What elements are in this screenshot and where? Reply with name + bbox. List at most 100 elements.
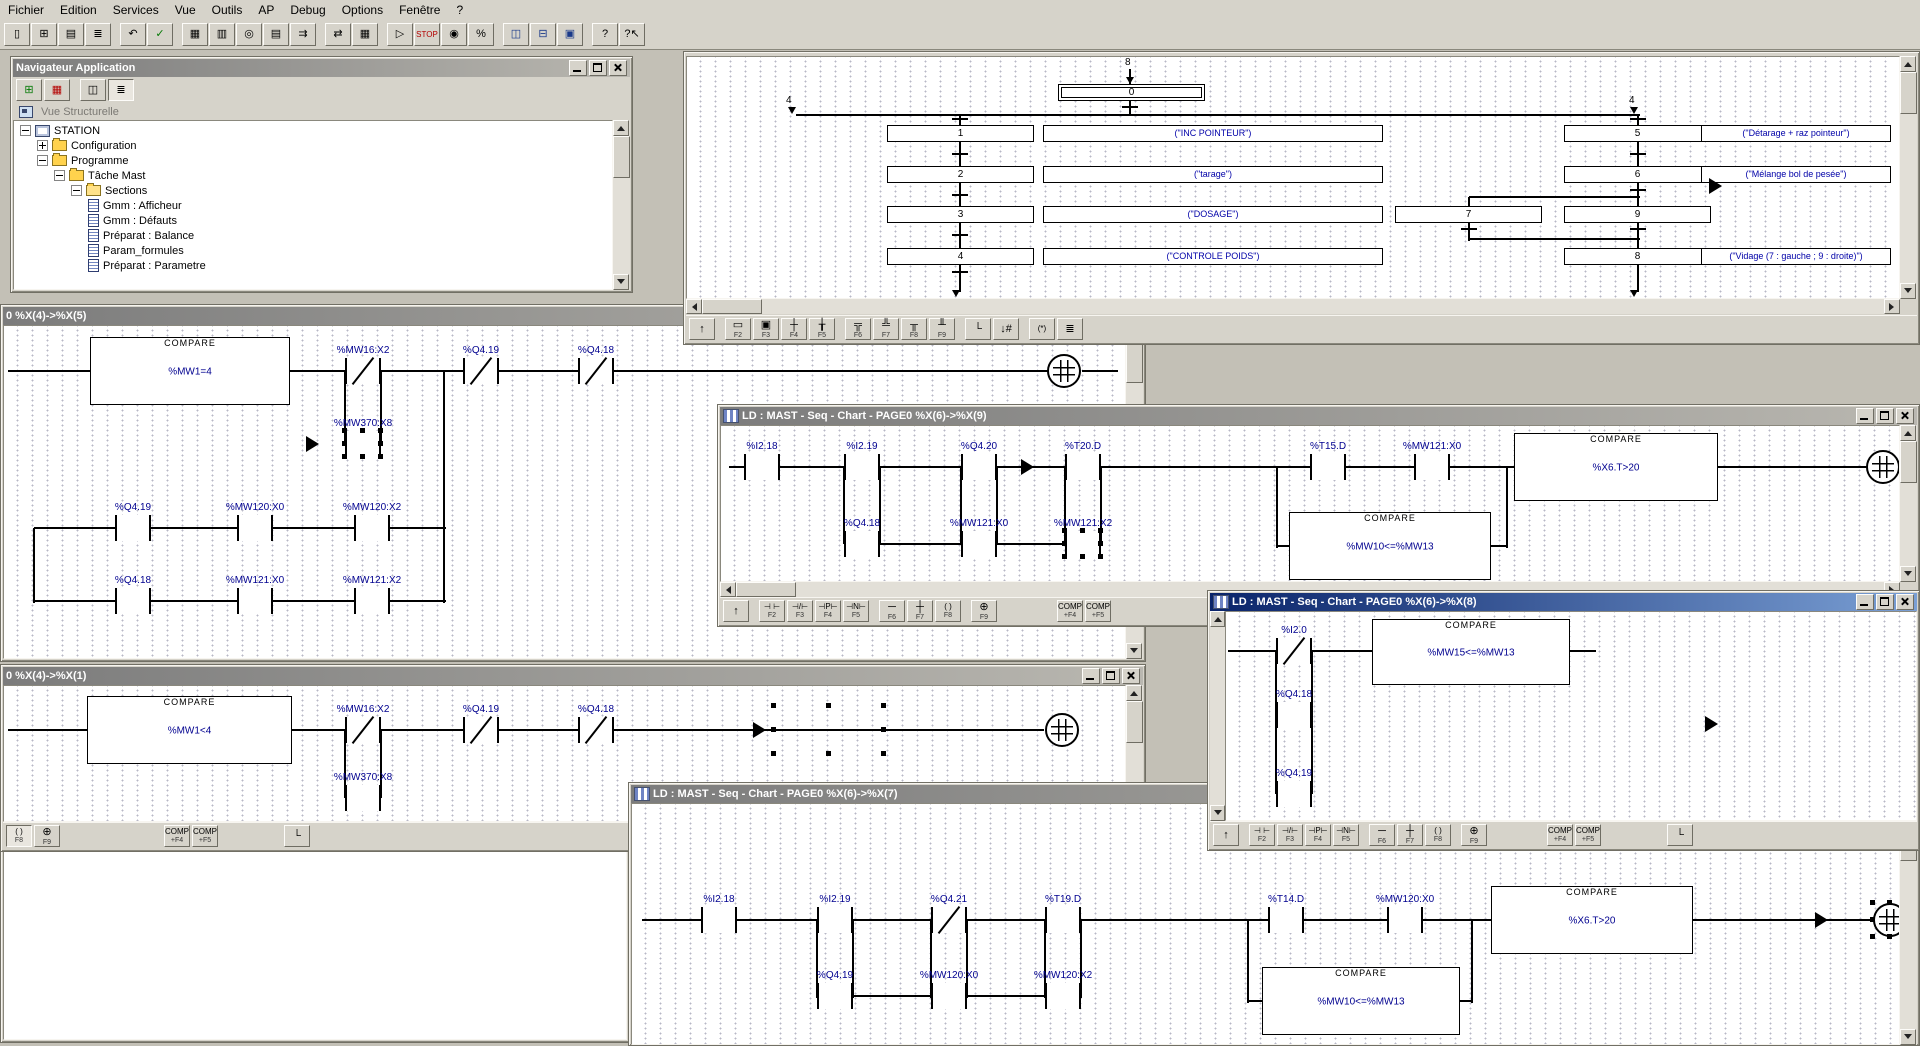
menu-item-vue[interactable]: Vue (167, 1, 204, 19)
selection-handle[interactable] (881, 703, 886, 708)
sfc-step-1[interactable]: 1 (887, 125, 1034, 142)
or-convergence-button[interactable]: ╩F7 (873, 318, 899, 340)
contact-open[interactable]: %Q4.19 (1276, 781, 1312, 807)
application-browser-window[interactable]: Navigateur Application ⊞▦◫≣ Vue Structur… (10, 56, 633, 293)
help-button[interactable]: ? (592, 23, 618, 46)
minimize-button[interactable] (1856, 408, 1874, 424)
or-divergence-button[interactable]: ╦F6 (845, 318, 871, 340)
contact-open[interactable]: %Q4.19 (817, 983, 853, 1009)
breakpoint-button[interactable]: ◉ (441, 23, 467, 46)
horizontal-split-button[interactable]: ◫ (80, 79, 106, 101)
operate-block-button[interactable]: ⊕F9 (34, 825, 60, 847)
contact-open[interactable]: %T19.D (1045, 907, 1081, 933)
contact-open[interactable]: %Q4.18 (844, 531, 880, 557)
rising-edge-contact-button[interactable]: ⊣P⊢F4 (815, 600, 841, 622)
empty-ladder-window[interactable] (0, 845, 630, 1043)
open-contact-button[interactable]: ⊣ ⊢F2 (1249, 824, 1275, 846)
contact-open[interactable]: %I2.19 (817, 907, 853, 933)
step-comment[interactable]: ("Mélange bol de pesée") (1701, 166, 1891, 183)
coil[interactable] (1047, 354, 1081, 388)
step-comment[interactable]: ("Détarage + raz pointeur") (1701, 125, 1891, 142)
menu-item-options[interactable]: Options (334, 1, 391, 19)
step-comment[interactable]: ("DOSAGE") (1043, 206, 1383, 223)
and-divergence-button[interactable]: ╥F8 (901, 318, 927, 340)
window-titlebar[interactable]: 0 %X(4)->%X(1) (3, 667, 1143, 685)
compare-block[interactable]: COMPARE%X6.T>20 (1514, 433, 1718, 501)
contact-open[interactable]: %I2.18 (701, 907, 737, 933)
compare-block[interactable]: COMPARE%MW15<=%MW13 (1372, 619, 1570, 685)
compare-vertical-button[interactable]: COMP+F5 (1085, 600, 1111, 622)
compare-horizontal-button[interactable]: COMP+F4 (1547, 824, 1573, 846)
contact-open[interactable]: %T15.D (1310, 454, 1346, 480)
selection-handle[interactable] (881, 727, 886, 732)
scrollbar-thumb[interactable] (1900, 441, 1917, 483)
minimize-button[interactable] (1856, 594, 1874, 610)
contact-closed[interactable]: %Q4.18 (578, 358, 614, 384)
sfc-step-5[interactable]: 5 (1564, 125, 1711, 142)
contact-open[interactable]: %T20.D (1065, 454, 1101, 480)
tree-expander-icon[interactable] (71, 185, 82, 196)
menu-item-services[interactable]: Services (105, 1, 167, 19)
minimize-button[interactable] (569, 60, 587, 76)
contact-closed[interactable]: %Q4.21 (931, 907, 967, 933)
selection-handle[interactable] (1870, 934, 1875, 939)
compare-block[interactable]: COMPARE%MW1=4 (90, 337, 290, 405)
closed-contact-button[interactable]: ⊣/⊢F3 (787, 600, 813, 622)
vertical-scrollbar[interactable] (613, 120, 630, 290)
selection-handle[interactable] (1887, 934, 1892, 939)
horizontal-link-button[interactable]: ─F6 (879, 600, 905, 622)
comment-button[interactable]: (*) (1029, 318, 1055, 340)
selection-handle[interactable] (360, 428, 365, 433)
tree-expander-icon[interactable] (37, 155, 48, 166)
contact-open[interactable]: %MW120:X2 (354, 515, 390, 541)
open-application-button[interactable]: ⊞ (31, 23, 57, 46)
contact-open[interactable]: %Q4.18 (1276, 702, 1312, 728)
tree-item[interactable]: Tâche Mast (14, 168, 612, 183)
grafcet-window[interactable]: 0123456798("INC POINTEUR")("tarage")("DO… (683, 51, 1920, 345)
contact-open[interactable]: %Q4.19 (115, 515, 151, 541)
menu-item-outils[interactable]: Outils (204, 1, 251, 19)
scrollbar-thumb[interactable] (1900, 72, 1917, 114)
scroll-down-icon[interactable] (613, 274, 629, 290)
cross-references-button[interactable]: ⇉ (290, 23, 316, 46)
maximize-button[interactable] (1876, 594, 1894, 610)
contact-open[interactable]: %MW121:X2 (354, 588, 390, 614)
tree-item[interactable]: Préparat : Parametre (14, 258, 612, 273)
compare-horizontal-button[interactable]: COMP+F4 (164, 825, 190, 847)
animation-table-button[interactable]: ▦ (182, 23, 208, 46)
selection-handle[interactable] (342, 454, 347, 459)
contact-closed[interactable]: %MW16:X2 (345, 717, 381, 743)
selection-handle[interactable] (1887, 900, 1892, 905)
step-comment[interactable]: ("Vidage (7 : gauche ; 9 : droite)") (1701, 248, 1891, 265)
menu-item-debug[interactable]: Debug (282, 1, 333, 19)
scroll-up-icon[interactable] (613, 120, 629, 136)
run-button[interactable]: ▷ (387, 23, 413, 46)
jump-button[interactable]: ↓# (993, 318, 1019, 340)
compare-block[interactable]: COMPARE%MW10<=%MW13 (1262, 967, 1460, 1035)
transition-button[interactable]: ┼F4 (781, 318, 807, 340)
scrollbar-thumb[interactable] (736, 582, 796, 597)
contact-open[interactable]: %Q4.20 (961, 454, 997, 480)
tree-item[interactable]: Préparat : Balance (14, 228, 612, 243)
selection-handle[interactable] (1870, 917, 1875, 922)
selection-handle[interactable] (378, 428, 383, 433)
selection-handle[interactable] (378, 441, 383, 446)
directed-link-button[interactable]: └ (965, 318, 991, 340)
coil[interactable] (1866, 450, 1900, 484)
tile-horizontal-button[interactable]: ◫ (503, 23, 529, 46)
tree-expander-icon[interactable] (37, 140, 48, 151)
operate-block-button[interactable]: ⊕F9 (971, 600, 997, 622)
save-button[interactable]: ▤ (58, 23, 84, 46)
selection-handle[interactable] (1062, 528, 1067, 533)
close-button[interactable] (1122, 668, 1140, 684)
contact-open[interactable]: %MW370:X8 (345, 785, 381, 811)
sfc-step-8[interactable]: 8 (1564, 248, 1711, 265)
contact-closed[interactable]: %Q4.19 (463, 717, 499, 743)
sfc-step-9[interactable]: 9 (1564, 206, 1711, 223)
tree-item[interactable]: Programme (14, 153, 612, 168)
close-button[interactable] (1896, 408, 1914, 424)
stop-button[interactable]: STOP (414, 23, 440, 46)
minimize-button[interactable] (1082, 668, 1100, 684)
contact-open[interactable]: %T14.D (1268, 907, 1304, 933)
sfc-step-0[interactable]: 0 (1058, 84, 1205, 101)
